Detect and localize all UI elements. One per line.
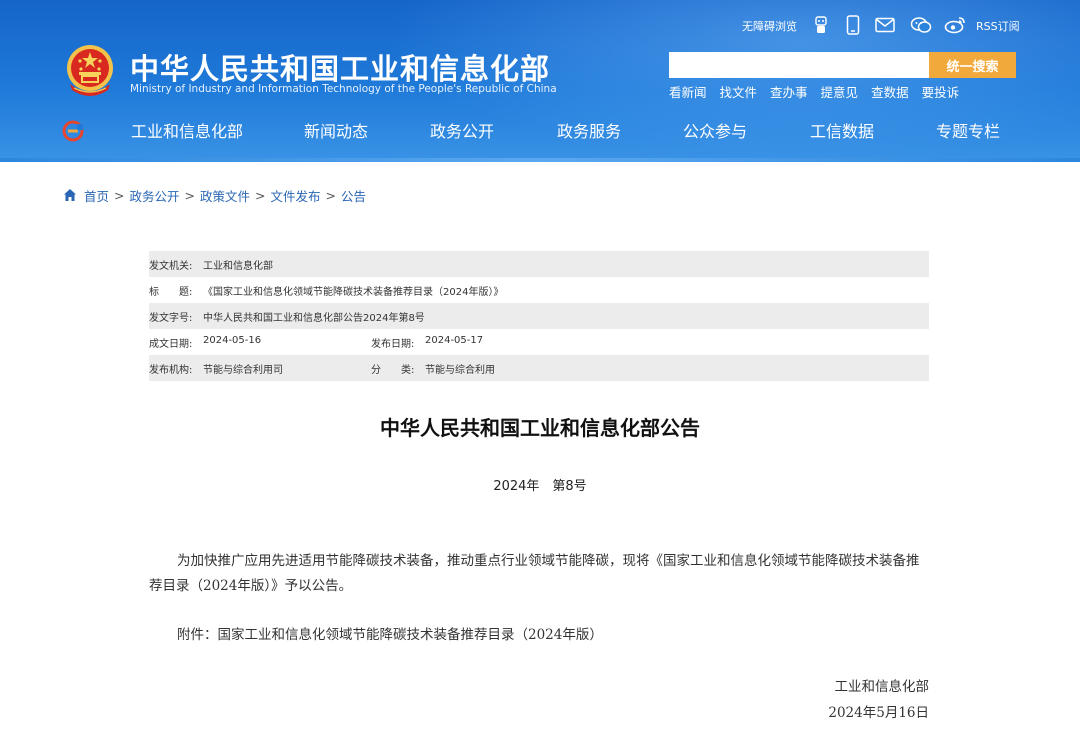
meta-written-date-value: 2024-05-16	[203, 334, 262, 346]
weibo-icon[interactable]	[944, 14, 966, 36]
nav-item-open-gov[interactable]: 政务公开	[430, 120, 494, 144]
meta-doc-no-value: 中华人民共和国工业和信息化部公告2024年第8号	[203, 312, 425, 324]
quick-link-data[interactable]: 查数据	[871, 82, 909, 101]
meta-title-value: 《国家工业和信息化领域节能降碳技术装备推荐目录（2024年版）》	[203, 286, 504, 298]
quick-links: 看新闻 找文件 查办事 提意见 查数据 要投诉	[669, 82, 972, 101]
meta-issuer-label: 发文机关:	[149, 260, 193, 272]
nav-item-services[interactable]: 政务服务	[557, 120, 621, 144]
meta-row-dates: 成文日期: 2024-05-16 发布日期: 2024-05-17	[149, 329, 929, 355]
breadcrumb-separator: >	[255, 187, 266, 203]
meta-written-date: 成文日期: 2024-05-16	[149, 335, 371, 350]
document-title: 中华人民共和国工业和信息化部公告	[380, 416, 700, 440]
meta-row-issuer: 发文机关: 工业和信息化部	[149, 251, 929, 277]
nav-item-ministry[interactable]: 工业和信息化部	[131, 120, 243, 144]
breadcrumb: 首页 > 政务公开 > 政策文件 > 文件发布 > 公告	[63, 186, 366, 204]
meta-issuer-value: 工业和信息化部	[203, 260, 273, 272]
main-nav: 工业和信息化部 新闻动态 政务公开 政务服务 公众参与 工信数据 专题专栏	[0, 120, 1080, 144]
header-divider	[0, 158, 1080, 162]
breadcrumb-separator: >	[114, 187, 125, 203]
meta-row-publisher: 发布机构: 节能与综合利用司 分 类: 节能与综合利用	[149, 355, 929, 381]
quick-link-files[interactable]: 找文件	[720, 82, 758, 101]
accessibility-link[interactable]: 无障碍浏览	[742, 14, 797, 38]
document-paragraph: 为加快推广应用先进适用节能降碳技术装备，推动重点行业领域节能降碳，现将《国家工业…	[149, 553, 920, 594]
breadcrumb-policy-files[interactable]: 政策文件	[200, 186, 250, 205]
breadcrumb-separator: >	[184, 187, 195, 203]
meta-doc-no-label: 发文字号:	[149, 312, 193, 324]
nav-item-news[interactable]: 新闻动态	[304, 120, 368, 144]
wechat-icon[interactable]	[910, 14, 932, 36]
meta-publish-date-label: 发布日期:	[371, 338, 415, 350]
document-meta-table: 发文机关: 工业和信息化部 标 题: 《国家工业和信息化领域节能降碳技术装备推荐…	[149, 251, 929, 381]
meta-row-doc-no: 发文字号: 中华人民共和国工业和信息化部公告2024年第8号	[149, 303, 929, 329]
signature-date: 2024年5月16日	[828, 705, 929, 721]
accessibility-label[interactable]: 无障碍浏览	[742, 18, 797, 34]
attachment-link[interactable]: 附件：国家工业和信息化领域节能降碳技术装备推荐目录（2024年版）	[149, 623, 929, 648]
meta-category-label: 分 类:	[371, 364, 415, 376]
quick-link-services[interactable]: 查办事	[770, 82, 808, 101]
signature-organization: 工业和信息化部	[834, 679, 930, 695]
search-button[interactable]: 统一搜索	[929, 52, 1016, 78]
site-header: 中华人民共和国工业和信息化部 Ministry of Industry and …	[0, 0, 1080, 162]
breadcrumb-separator: >	[325, 187, 336, 203]
rss-link[interactable]: RSS订阅	[976, 14, 1020, 38]
meta-category-value: 节能与综合利用	[425, 364, 495, 376]
mobile-icon[interactable]	[842, 14, 864, 36]
quick-link-complaint[interactable]: 要投诉	[922, 82, 960, 101]
meta-publish-date: 发布日期: 2024-05-17	[371, 335, 593, 350]
national-emblem-icon[interactable]	[64, 44, 116, 98]
quick-link-feedback[interactable]: 提意见	[821, 82, 859, 101]
meta-publisher-label: 发布机构:	[149, 364, 193, 376]
nav-item-topics[interactable]: 专题专栏	[936, 120, 1000, 144]
search-input[interactable]	[669, 52, 929, 78]
meta-category: 分 类: 节能与综合利用	[371, 361, 593, 376]
meta-row-title: 标 题: 《国家工业和信息化领域节能降碳技术装备推荐目录（2024年版）》	[149, 277, 929, 303]
breadcrumb-file-release[interactable]: 文件发布	[271, 186, 321, 205]
site-title: 中华人民共和国工业和信息化部	[130, 52, 551, 86]
meta-publisher: 发布机构: 节能与综合利用司	[149, 361, 371, 376]
meta-publisher-value: 节能与综合利用司	[203, 364, 283, 376]
meta-written-date-label: 成文日期:	[149, 338, 193, 350]
breadcrumb-open-gov[interactable]: 政务公开	[130, 186, 180, 205]
document-number: 2024年 第8号	[493, 479, 587, 494]
mail-icon[interactable]	[874, 14, 896, 36]
robot-icon[interactable]	[810, 14, 832, 36]
nav-item-data[interactable]: 工信数据	[810, 120, 874, 144]
home-icon[interactable]	[63, 188, 77, 202]
breadcrumb-home[interactable]: 首页	[84, 186, 109, 205]
breadcrumb-announcement[interactable]: 公告	[341, 186, 366, 205]
meta-publish-date-value: 2024-05-17	[425, 334, 484, 346]
meta-title-label: 标 题:	[149, 286, 193, 298]
site-subtitle: Ministry of Industry and Information Tec…	[130, 83, 557, 95]
rss-label[interactable]: RSS订阅	[976, 18, 1020, 34]
nav-item-participation[interactable]: 公众参与	[683, 120, 747, 144]
quick-link-news[interactable]: 看新闻	[669, 82, 707, 101]
